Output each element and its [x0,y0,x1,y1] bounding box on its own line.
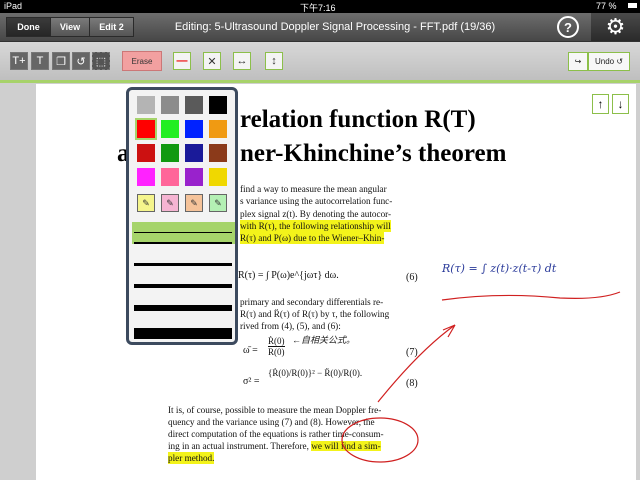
highlighter-swatch[interactable]: ✎ [209,194,227,212]
color-swatch[interactable] [161,144,179,162]
color-swatch[interactable] [209,168,227,186]
color-swatch[interactable] [137,144,155,162]
ink-annotations [341,291,621,463]
highlighter-swatch[interactable]: ✎ [161,194,179,212]
color-swatch-selected[interactable] [135,118,157,140]
handwriting-note: ←自相关公式。 [292,335,356,345]
color-swatch[interactable] [185,120,203,138]
color-swatch[interactable] [161,120,179,138]
handwriting-formula: R(τ) = ∫ z(t)·z(t-τ) dt [442,262,557,275]
line-width-option[interactable] [134,284,232,288]
red-arrow-stroke [377,324,456,403]
color-swatch[interactable] [209,120,227,138]
line-width-option[interactable] [134,328,232,339]
color-swatch[interactable] [185,144,203,162]
highlighter-swatch[interactable]: ✎ [185,194,203,212]
pen-palette-popover: ✎ ✎ ✎ ✎ [126,87,238,345]
color-swatch[interactable] [209,96,227,114]
line-width-option[interactable] [134,305,232,311]
line-width-option[interactable] [134,232,232,233]
color-swatch[interactable] [161,96,179,114]
red-circle-stroke [341,417,419,463]
highlighter-icon: ✎ [142,197,150,208]
highlighter-icon: ✎ [190,197,198,208]
line-width-selected-row [132,222,235,244]
color-swatch[interactable] [209,144,227,162]
color-swatch[interactable] [185,168,203,186]
highlighter-icon: ✎ [214,197,222,208]
line-width-option[interactable] [134,263,232,266]
red-underline-stroke [441,291,621,301]
color-swatch[interactable] [161,168,179,186]
highlighter-icon: ✎ [166,197,174,208]
color-swatch[interactable] [137,96,155,114]
color-swatch[interactable] [185,96,203,114]
color-swatch[interactable] [137,168,155,186]
line-width-option[interactable] [134,242,232,244]
highlighter-swatch[interactable]: ✎ [137,194,155,212]
